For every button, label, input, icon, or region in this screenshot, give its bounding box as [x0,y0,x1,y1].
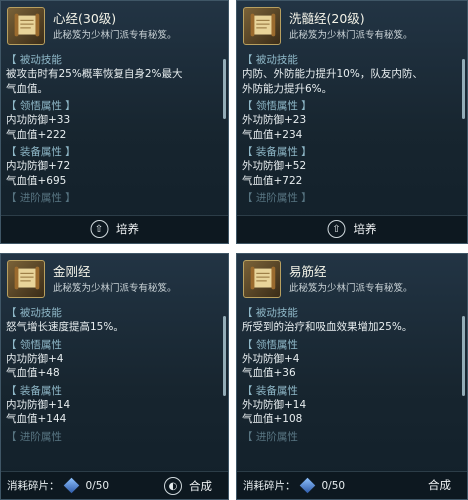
cultivate-icon: ⇧ [90,220,108,238]
equip-header: 【 装备属性 】 [242,146,312,158]
fragment-count: 0/50 [321,479,346,492]
scrollbar[interactable] [223,316,226,396]
scroll-icon [243,260,281,298]
fragment-cost: 消耗碎片： 0/50 [7,477,110,494]
comprehension-stat: 气血值+48 [6,367,60,379]
cultivate-button[interactable]: ⇧ 培养 [90,220,139,238]
book-subtitle: 此秘笈为少林门派专有秘笈。 [53,283,177,294]
comprehension-stat: 外功防御+4 [242,352,300,365]
passive-skill-line: 所受到的治疗和吸血效果增加25%。 [242,321,413,333]
book-subtitle: 此秘笈为少林门派专有秘笈。 [289,283,413,294]
cultivate-label: 培养 [353,222,377,236]
skill-book-panel-yijinjing: 易筋经 此秘笈为少林门派专有秘笈。 【 被动技能 所受到的治疗和吸血效果增加25… [236,253,468,500]
passive-skill-header: 【 被动技能 [6,307,62,319]
scrollbar[interactable] [223,59,226,119]
advance-header: 【 进阶属性 [6,430,62,443]
comprehension-header: 【 领悟属性 】 [242,100,312,112]
synthesize-label: 合成 [189,479,212,493]
book-subtitle: 此秘笈为少林门派专有秘笈。 [289,30,413,41]
passive-skill-line: 怒气增长速度提高15%。 [6,321,124,333]
synthesize-button[interactable]: ◐ 合成 [164,477,212,495]
comprehension-stat: 气血值+36 [242,367,296,379]
fragment-icon [63,477,79,494]
fragment-cost: 消耗碎片： 0/50 [243,477,346,494]
cultivate-button[interactable]: ⇧ 培养 [327,220,377,238]
book-title: 心经(30级) [53,11,117,26]
scrollbar[interactable] [462,59,465,119]
passive-skill-header: 【 被动技能 [242,54,298,66]
fragment-count: 0/50 [85,479,110,492]
equip-header: 【 装备属性 [242,384,298,397]
equip-stat: 内功防御+14 [6,398,71,411]
equip-stat: 气血值+695 [6,174,67,187]
equip-stat: 气血值+144 [6,413,67,425]
scroll-icon [243,7,281,45]
equip-stat: 气血值+722 [242,174,303,187]
equip-stat: 外功防御+14 [242,398,307,411]
cultivate-label: 培养 [116,222,139,236]
passive-skill-line: 气血值。 [6,82,48,95]
advance-header: 【 进阶属性 】 [242,192,312,204]
passive-skill-header: 【 被动技能 [6,54,62,66]
comprehension-stat: 气血值+234 [242,128,303,141]
comprehension-header: 【 领悟属性 】 [6,100,76,112]
equip-stat: 外功防御+52 [242,160,307,172]
fragment-label: 消耗碎片： [243,480,296,492]
advance-header: 【 进阶属性 】 [6,192,76,204]
comprehension-stat: 内功防御+33 [6,114,71,126]
scroll-icon [7,260,45,298]
comprehension-stat: 外功防御+23 [242,114,307,126]
action-bar: ⇧ 培养 [1,215,228,243]
comprehension-stat: 气血值+222 [6,128,67,141]
synthesize-icon: ◐ [164,477,182,495]
passive-skill-line: 外防能力提升6%。 [242,82,333,95]
book-title: 洗髓经(20级) [289,11,365,26]
skill-book-panel-xinjing: 心经(30级) 此秘笈为少林门派专有秘笈。 【 被动技能 被攻击时有25%概率恢… [0,0,229,244]
passive-skill-line: 被攻击时有25%概率恢复自身2%最大 [6,68,183,80]
fragment-label: 消耗碎片： [7,480,60,492]
equip-header: 【 装备属性 】 [6,146,76,158]
advance-header: 【 进阶属性 [242,430,298,443]
book-title: 易筋经 [289,264,327,279]
comprehension-header: 【 领悟属性 [6,338,62,351]
scroll-icon [7,7,45,45]
action-bar: 消耗碎片： 0/50 ◐ 合成 [1,471,228,499]
equip-stat: 气血值+108 [242,413,303,425]
action-bar: ⇧ 培养 [237,215,467,243]
book-title: 金刚经 [53,264,91,279]
book-subtitle: 此秘笈为少林门派专有秘笈。 [53,30,177,41]
comprehension-header: 【 领悟属性 [242,338,298,351]
equip-header: 【 装备属性 [6,384,62,397]
skill-book-panel-jingangjing: 金刚经 此秘笈为少林门派专有秘笈。 【 被动技能 怒气增长速度提高15%。 【 … [0,253,229,500]
passive-skill-header: 【 被动技能 [242,307,298,319]
equip-stat: 内功防御+72 [6,160,71,172]
action-bar: 消耗碎片： 0/50 合成 [237,471,467,499]
cultivate-icon: ⇧ [327,220,346,238]
synthesize-button[interactable]: 合成 [428,477,451,493]
scrollbar[interactable] [462,316,465,396]
synthesize-label: 合成 [428,478,451,492]
comprehension-stat: 内功防御+4 [6,352,64,365]
fragment-icon [299,477,315,494]
skill-book-panel-xisuijing: 洗髓经(20级) 此秘笈为少林门派专有秘笈。 【 被动技能 内防、外防能力提升1… [236,0,468,244]
passive-skill-line: 内防、外防能力提升10%，队友内防、 [242,68,423,80]
